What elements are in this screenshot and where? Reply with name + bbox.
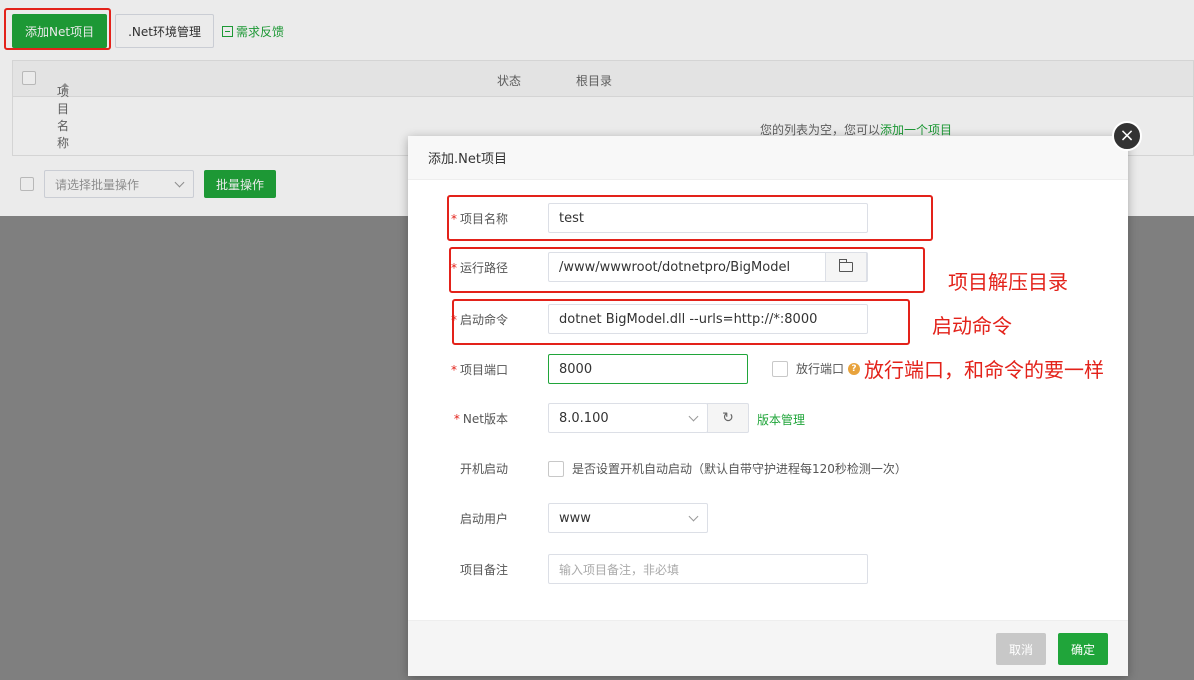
start-user-select[interactable]: www (548, 503, 708, 533)
project-port-input[interactable]: 8000 (548, 354, 748, 384)
project-port-label: * 项目端口 (450, 362, 508, 377)
row-start-command: * 启动命令 dotnet BigModel.dll --urls=http://… (408, 304, 1128, 334)
annotation-path-note: 项目解压目录 (948, 270, 1068, 294)
add-net-project-dialog: 添加.Net项目 * 项目名称 test * 运行路径 /www/wwwroot/d… (408, 136, 1128, 676)
row-autostart: 开机启动 是否设置开机自动启动（默认自带守护进程每120秒检测一次） (408, 453, 1128, 483)
autostart-option[interactable]: 是否设置开机自动启动（默认自带守护进程每120秒检测一次） (548, 460, 907, 477)
annotation-port-note: 放行端口，和命令的要一样 (864, 358, 1104, 382)
start-command-input[interactable]: dotnet BigModel.dll --urls=http://*:8000 (548, 304, 868, 334)
net-version-label: * Net版本 (453, 411, 508, 426)
annotation-command-note: 启动命令 (932, 314, 1012, 338)
row-net-version: * Net版本 8.0.100 ↻ 版本管理 (408, 403, 1128, 433)
project-name-label: * 项目名称 (450, 211, 508, 226)
project-name-input[interactable]: test (548, 203, 868, 233)
start-command-label: * 启动命令 (450, 312, 508, 327)
autostart-checkbox[interactable] (548, 460, 564, 477)
refresh-versions-button[interactable]: ↻ (707, 403, 749, 433)
run-path-label: * 运行路径 (450, 260, 508, 275)
confirm-button[interactable]: 确定 (1058, 633, 1108, 665)
refresh-icon: ↻ (722, 410, 734, 426)
run-path-input[interactable]: /www/wwwroot/dotnetpro/BigModel (548, 252, 868, 282)
start-user-value: www (559, 510, 591, 526)
remark-input[interactable]: 输入项目备注，非必填 (548, 554, 868, 584)
autostart-checkbox-label: 是否设置开机自动启动（默认自带守护进程每120秒检测一次） (572, 462, 907, 476)
row-start-user: 启动用户 www (408, 503, 1128, 533)
remark-label: 项目备注 (459, 562, 508, 577)
row-project-name: * 项目名称 test (408, 203, 1128, 233)
net-version-value: 8.0.100 (559, 410, 609, 426)
release-port-option[interactable]: 放行端口 ? (772, 360, 861, 377)
chevron-down-icon (688, 511, 699, 521)
help-icon[interactable]: ? (848, 362, 861, 375)
chevron-down-icon (688, 411, 699, 421)
close-icon[interactable]: × (1112, 121, 1142, 151)
browse-folder-button[interactable] (825, 252, 867, 282)
net-version-select[interactable]: 8.0.100 (548, 403, 708, 433)
dialog-title: 添加.Net项目 (408, 136, 1128, 180)
autostart-label: 开机启动 (459, 461, 508, 476)
version-manage-link[interactable]: 版本管理 (757, 411, 805, 428)
release-port-checkbox[interactable] (772, 360, 788, 377)
cancel-button[interactable]: 取消 (996, 633, 1046, 665)
run-path-value: /www/wwwroot/dotnetpro/BigModel (559, 259, 791, 275)
start-user-label: 启动用户 (459, 511, 508, 526)
row-remark: 项目备注 输入项目备注，非必填 (408, 554, 1128, 584)
folder-icon (839, 259, 853, 272)
release-port-label: 放行端口 (796, 362, 845, 376)
dialog-footer: 取消 确定 (408, 620, 1128, 676)
